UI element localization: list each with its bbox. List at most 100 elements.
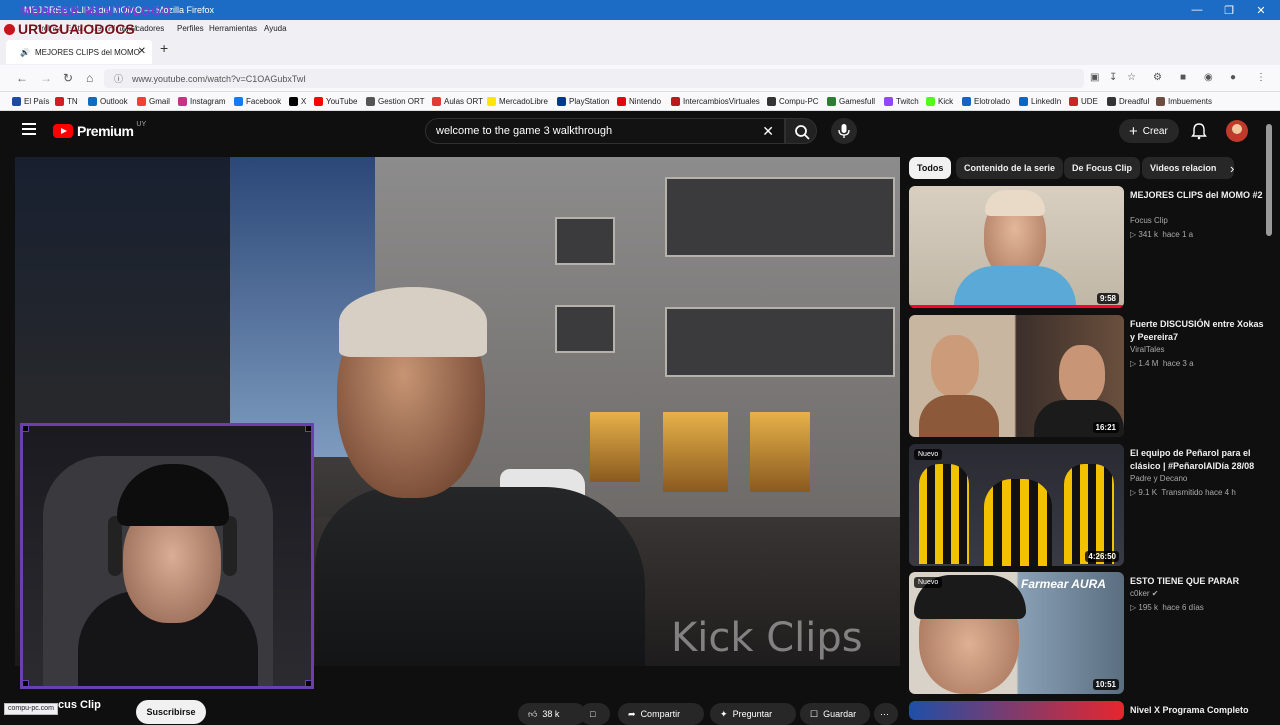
- bookmark-label: Nintendo: [629, 97, 662, 106]
- video-title[interactable]: Fuerte DISCUSIÓN entre Xokas y Peereira7: [1130, 318, 1265, 344]
- app-menu-icon[interactable]: ⋮: [1256, 72, 1266, 83]
- address-bar[interactable]: ⓘ www.youtube.com/watch?v=C1OAGubxTwI: [104, 69, 1084, 88]
- bookmark-playstation[interactable]: PlayStation: [557, 97, 609, 106]
- chip-todos[interactable]: Todos: [909, 157, 952, 179]
- reader-icon[interactable]: ▣: [1090, 72, 1099, 83]
- notifications-button[interactable]: [1190, 122, 1208, 145]
- home-icon[interactable]: ⌂: [86, 71, 93, 85]
- bookmark-el-pais[interactable]: El País: [12, 97, 49, 106]
- bookmark-youtube[interactable]: YouTube: [314, 97, 357, 106]
- minimize-icon[interactable]: —: [1181, 0, 1213, 20]
- channel-name[interactable]: cus Clip: [58, 699, 101, 711]
- chip-de-focus-clip[interactable]: De Focus Clip: [1064, 157, 1141, 179]
- bookmark-label: PlayStation: [569, 97, 610, 106]
- bookmark-nintendo[interactable]: Nintendo: [617, 97, 661, 106]
- more-actions-button[interactable]: ⋯: [874, 703, 898, 725]
- video-meta: ▷ 9.1 K Transmitido hace 4 h: [1130, 488, 1236, 497]
- logo-text: Premium: [77, 123, 134, 139]
- bookmark-instagram[interactable]: Instagram: [178, 97, 226, 106]
- bookmark-twitch[interactable]: Twitch: [884, 97, 919, 106]
- chip-videos-relacionados[interactable]: Videos relacion: [1142, 157, 1234, 179]
- chrome-icon[interactable]: ◉: [1204, 72, 1213, 83]
- video-thumbnail[interactable]: Nuevo 4:26:50: [909, 444, 1124, 566]
- bookmark-tn[interactable]: TN: [55, 97, 78, 106]
- menu-perfiles[interactable]: Perfiles: [177, 24, 204, 33]
- bookmark-elotrolado[interactable]: Elotrolado: [962, 97, 1010, 106]
- bookmark-imbuements[interactable]: Imbuements: [1156, 97, 1212, 106]
- bookmark-x[interactable]: X: [289, 97, 306, 106]
- video-thumbnail[interactable]: 16:21: [909, 315, 1124, 437]
- channel-name[interactable]: c0ker ✔: [1130, 589, 1159, 598]
- compu-pc-icon: [767, 97, 776, 106]
- bookmark-intercambios[interactable]: IntercambiosVirtuales: [671, 97, 760, 106]
- account-avatar[interactable]: [1226, 120, 1248, 142]
- search-query: welcome to the game 3 walkthrough: [436, 125, 613, 137]
- subscribe-button[interactable]: Suscribirse: [136, 700, 206, 724]
- clear-search-icon[interactable]: ✕: [762, 123, 774, 140]
- share-icon: ➦: [628, 708, 636, 719]
- bookmark-outlook[interactable]: Outlook: [88, 97, 128, 106]
- bookmark-gamesfull[interactable]: Gamesfull: [827, 97, 875, 106]
- menu-ayuda[interactable]: Ayuda: [264, 24, 287, 33]
- speaker-icon[interactable]: 🔊: [20, 48, 30, 57]
- bookmark-mercadolibre[interactable]: MercadoLibre: [487, 97, 548, 106]
- forward-icon[interactable]: →: [40, 71, 52, 85]
- bookmark-compu-pc[interactable]: Compu-PC: [767, 97, 819, 106]
- recommendation-item[interactable]: Nuevo 4:26:50 El equipo de Peñarol para …: [909, 444, 1269, 566]
- share-button[interactable]: ➦ Compartir: [618, 703, 704, 725]
- page-scrollbar[interactable]: [1266, 124, 1272, 236]
- chevron-right-icon[interactable]: ›: [1230, 161, 1234, 176]
- video-title[interactable]: Nivel X Programa Completo: [1130, 704, 1265, 717]
- bookmark-kick[interactable]: Kick: [926, 97, 953, 106]
- recommendation-item[interactable]: Nivel X Programa Completo: [909, 701, 1269, 720]
- channel-name[interactable]: ViralTales: [1130, 345, 1165, 354]
- bookmark-aulas-ort[interactable]: Aulas ORT: [432, 97, 483, 106]
- bookmark-label: Gestion ORT: [378, 97, 425, 106]
- bookmark-gestion-ort[interactable]: Gestion ORT: [366, 97, 425, 106]
- like-button[interactable]: 👍︎ 38 k: [518, 703, 586, 725]
- search-input[interactable]: welcome to the game 3 walkthrough ✕: [425, 118, 785, 144]
- channel-name[interactable]: Padre y Decano: [1130, 474, 1187, 483]
- maximize-icon[interactable]: ❐: [1213, 0, 1245, 20]
- bookmark-star-icon[interactable]: ☆: [1127, 72, 1136, 83]
- close-icon[interactable]: ✕: [1245, 0, 1277, 20]
- back-icon[interactable]: ←: [16, 71, 28, 85]
- recommendation-item[interactable]: 9:58 MEJORES CLIPS del MOMO #2 Focus Cli…: [909, 186, 1269, 308]
- tab-close-icon[interactable]: ✕: [138, 46, 146, 57]
- video-thumbnail[interactable]: Farmear AURA Nuevo 10:51: [909, 572, 1124, 694]
- chip-contenido-serie[interactable]: Contenido de la serie: [956, 157, 1064, 179]
- bookmark-label: Dreadful: [1119, 97, 1150, 106]
- recommendation-item[interactable]: Farmear AURA Nuevo 10:51 ESTO TIENE QUE …: [909, 572, 1269, 694]
- video-title[interactable]: MEJORES CLIPS del MOMO #2: [1130, 189, 1265, 202]
- extension-badge-icon[interactable]: ■: [1180, 72, 1186, 83]
- extensions-icon[interactable]: ⚙: [1153, 72, 1162, 83]
- nintendo-icon: [617, 97, 626, 106]
- tab-active[interactable]: 🔊 MEJORES CLIPS del MOMO ✕: [6, 40, 152, 64]
- ask-button[interactable]: ✦ Preguntar: [710, 703, 796, 725]
- youtube-premium-logo[interactable]: Premium UY: [53, 121, 146, 139]
- site-info-icon[interactable]: ⓘ: [114, 72, 123, 85]
- create-button[interactable]: + Crear: [1119, 119, 1179, 143]
- download-icon[interactable]: ↧: [1109, 72, 1117, 83]
- profile-icon[interactable]: ●: [1230, 72, 1236, 83]
- channel-name[interactable]: Focus Clip: [1130, 216, 1168, 225]
- bookmark-gmail[interactable]: Gmail: [137, 97, 170, 106]
- video-thumbnail[interactable]: [909, 701, 1124, 720]
- video-thumbnail[interactable]: 9:58: [909, 186, 1124, 308]
- new-tab-icon[interactable]: +: [160, 40, 168, 56]
- bookmark-dreadful[interactable]: Dreadful: [1107, 97, 1149, 106]
- reload-icon[interactable]: ↻: [63, 71, 73, 85]
- recommendation-item[interactable]: 16:21 Fuerte DISCUSIÓN entre Xokas y Pee…: [909, 315, 1269, 437]
- video-title[interactable]: ESTO TIENE QUE PARAR: [1130, 575, 1265, 588]
- video-title[interactable]: El equipo de Peñarol para el clásico | #…: [1130, 447, 1265, 473]
- bookmark-ude[interactable]: UDE: [1069, 97, 1098, 106]
- dislike-button[interactable]: □: [580, 703, 610, 725]
- bookmark-linkedin[interactable]: LinkedIn: [1019, 97, 1061, 106]
- voice-search-button[interactable]: [831, 118, 857, 144]
- save-button[interactable]: ☐ Guardar: [800, 703, 870, 725]
- menu-herramientas[interactable]: Herramientas: [209, 24, 257, 33]
- hamburger-menu-icon[interactable]: [22, 123, 36, 135]
- search-button[interactable]: [785, 118, 817, 144]
- bookmark-facebook[interactable]: Facebook: [234, 97, 281, 106]
- status-url: compu-pc.com: [4, 703, 58, 715]
